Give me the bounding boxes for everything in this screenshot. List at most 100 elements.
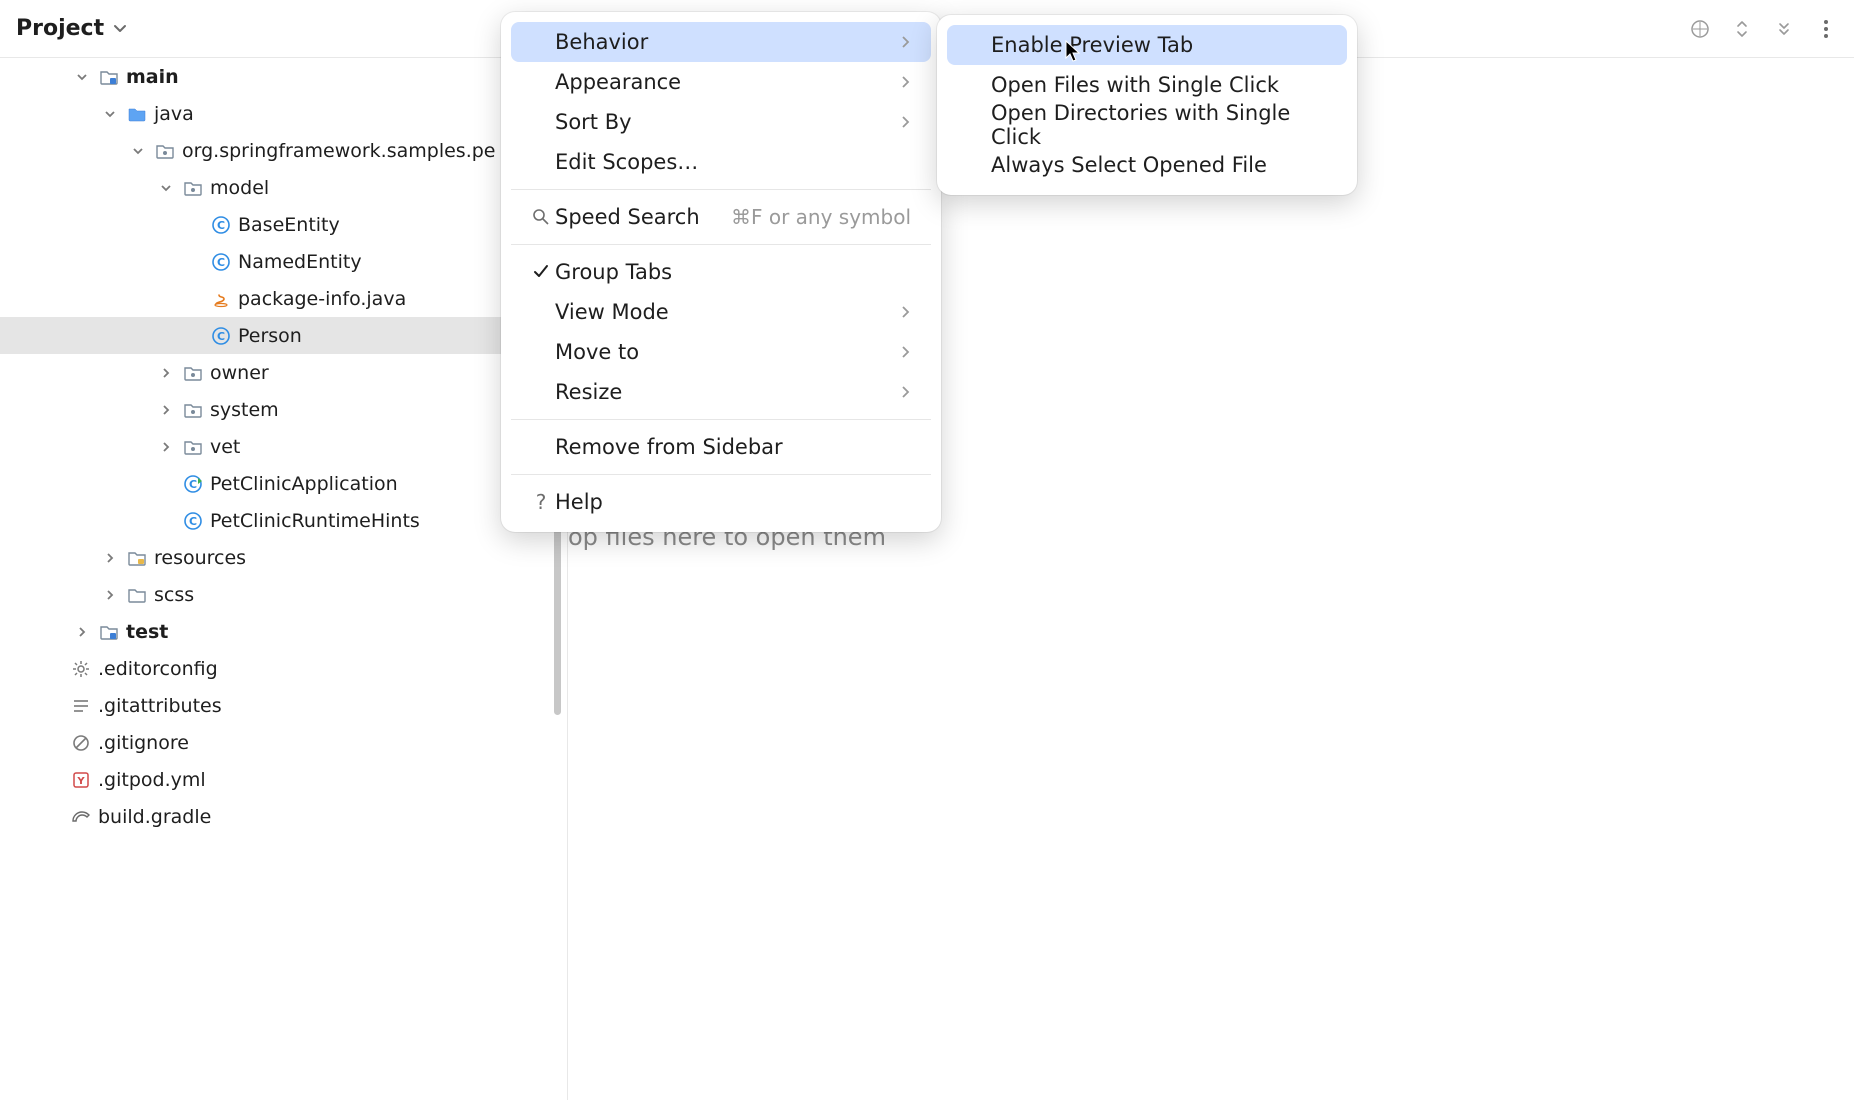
tree-label: owner xyxy=(210,362,269,384)
tree-node-baseentity[interactable]: C BaseEntity xyxy=(0,206,567,243)
menu-separator xyxy=(511,419,931,420)
tree-node-gitpod[interactable]: Y .gitpod.yml xyxy=(0,761,567,798)
svg-text:C: C xyxy=(189,515,197,528)
menu-item-remove-from-sidebar[interactable]: Remove from Sidebar xyxy=(511,427,931,467)
svg-text:C: C xyxy=(217,330,225,343)
svg-text:Y: Y xyxy=(76,776,85,787)
tree-node-person[interactable]: C Person xyxy=(0,317,567,354)
menu-item-behavior[interactable]: Behavior xyxy=(511,22,931,62)
tree-node-buildgradle[interactable]: build.gradle xyxy=(0,798,567,835)
caret-right-icon xyxy=(104,589,126,601)
menu-item-enable-preview-tab[interactable]: Enable Preview Tab xyxy=(947,25,1347,65)
project-tree: main java org.springframework.samples.pe… xyxy=(0,58,568,1100)
menu-item-label: Help xyxy=(555,490,911,514)
caret-down-icon xyxy=(104,108,126,120)
chevron-right-icon xyxy=(901,115,911,129)
expand-collapse-icon[interactable] xyxy=(1730,17,1754,41)
tree-label: PetClinicRuntimeHints xyxy=(210,510,420,532)
tree-label: .gitattributes xyxy=(98,695,222,717)
package-folder-icon xyxy=(182,365,204,381)
menu-item-always-select-opened-file[interactable]: Always Select Opened File xyxy=(947,145,1347,185)
tree-node-petclinicapplication[interactable]: C PetClinicApplication xyxy=(0,465,567,502)
tree-label: PetClinicApplication xyxy=(210,473,398,495)
svg-text:C: C xyxy=(217,219,225,232)
menu-item-group-tabs[interactable]: Group Tabs xyxy=(511,252,931,292)
project-title-label: Project xyxy=(16,16,104,41)
menu-item-label: Open Directories with Single Click xyxy=(991,101,1327,149)
menu-item-label: Behavior xyxy=(555,30,901,54)
menu-item-label: Always Select Opened File xyxy=(991,153,1327,177)
menu-item-edit-scopes[interactable]: Edit Scopes… xyxy=(511,142,931,182)
tree-label: BaseEntity xyxy=(238,214,340,236)
tree-node-editorconfig[interactable]: .editorconfig xyxy=(0,650,567,687)
menu-item-sort-by[interactable]: Sort By xyxy=(511,102,931,142)
tree-node-namedentity[interactable]: C NamedEntity xyxy=(0,243,567,280)
tree-node-package[interactable]: org.springframework.samples.pe xyxy=(0,132,567,169)
tree-node-java[interactable]: java xyxy=(0,95,567,132)
tree-label: package-info.java xyxy=(238,288,406,310)
menu-item-label: Resize xyxy=(555,380,901,404)
menu-item-label: Sort By xyxy=(555,110,901,134)
menu-item-move-to[interactable]: Move to xyxy=(511,332,931,372)
select-opened-file-icon[interactable] xyxy=(1688,17,1712,41)
menu-item-open-directories-single-click[interactable]: Open Directories with Single Click xyxy=(947,105,1347,145)
class-icon: C xyxy=(210,253,232,271)
tree-label: .gitpod.yml xyxy=(98,769,206,791)
menu-item-label: Remove from Sidebar xyxy=(555,435,911,459)
project-title-dropdown[interactable]: Project xyxy=(16,16,128,41)
tree-node-system[interactable]: system xyxy=(0,391,567,428)
caret-right-icon xyxy=(160,441,182,453)
svg-text:C: C xyxy=(189,478,197,491)
menu-item-appearance[interactable]: Appearance xyxy=(511,62,931,102)
menu-item-view-mode[interactable]: View Mode xyxy=(511,292,931,332)
collapse-all-icon[interactable] xyxy=(1772,17,1796,41)
menu-item-resize[interactable]: Resize xyxy=(511,372,931,412)
chevron-right-icon xyxy=(901,75,911,89)
tree-node-scss[interactable]: scss xyxy=(0,576,567,613)
source-folder-icon xyxy=(126,106,148,122)
menu-item-open-files-single-click[interactable]: Open Files with Single Click xyxy=(947,65,1347,105)
tree-node-test[interactable]: test xyxy=(0,613,567,650)
menu-item-speed-search[interactable]: Speed Search ⌘F or any symbol xyxy=(511,197,931,237)
module-folder-icon xyxy=(98,624,120,640)
class-icon: C xyxy=(210,327,232,345)
folder-icon xyxy=(126,587,148,603)
more-options-icon[interactable] xyxy=(1814,17,1838,41)
java-file-icon xyxy=(210,290,232,308)
yaml-file-icon: Y xyxy=(70,771,92,789)
package-folder-icon xyxy=(182,402,204,418)
tree-label: resources xyxy=(154,547,246,569)
menu-item-label: Edit Scopes… xyxy=(555,150,911,174)
ignore-file-icon xyxy=(70,734,92,752)
tree-label: java xyxy=(154,103,194,125)
tree-node-vet[interactable]: vet xyxy=(0,428,567,465)
menu-item-help[interactable]: ? Help xyxy=(511,482,931,522)
search-icon xyxy=(527,208,555,226)
menu-separator xyxy=(511,244,931,245)
caret-down-icon xyxy=(160,182,182,194)
tree-label: vet xyxy=(210,436,240,458)
menu-item-label: Enable Preview Tab xyxy=(991,33,1327,57)
tree-node-petclinicruntimehints[interactable]: C PetClinicRuntimeHints xyxy=(0,502,567,539)
tree-label: model xyxy=(210,177,269,199)
package-folder-icon xyxy=(154,143,176,159)
menu-item-label: Appearance xyxy=(555,70,901,94)
tree-label: system xyxy=(210,399,279,421)
menu-item-label: Speed Search xyxy=(555,205,731,229)
tree-node-model[interactable]: model xyxy=(0,169,567,206)
text-file-icon xyxy=(70,697,92,715)
package-folder-icon xyxy=(182,180,204,196)
tree-label: org.springframework.samples.pe xyxy=(182,140,495,162)
tree-node-resources[interactable]: resources xyxy=(0,539,567,576)
menu-item-label: View Mode xyxy=(555,300,901,324)
menu-item-label: Group Tabs xyxy=(555,260,911,284)
tree-node-gitattributes[interactable]: .gitattributes xyxy=(0,687,567,724)
tree-node-owner[interactable]: owner xyxy=(0,354,567,391)
menu-separator xyxy=(511,189,931,190)
caret-right-icon xyxy=(160,367,182,379)
caret-down-icon xyxy=(132,145,154,157)
tree-node-packageinfo[interactable]: package-info.java xyxy=(0,280,567,317)
menu-item-label: Open Files with Single Click xyxy=(991,73,1327,97)
tree-node-main[interactable]: main xyxy=(0,58,567,95)
tree-node-gitignore[interactable]: .gitignore xyxy=(0,724,567,761)
